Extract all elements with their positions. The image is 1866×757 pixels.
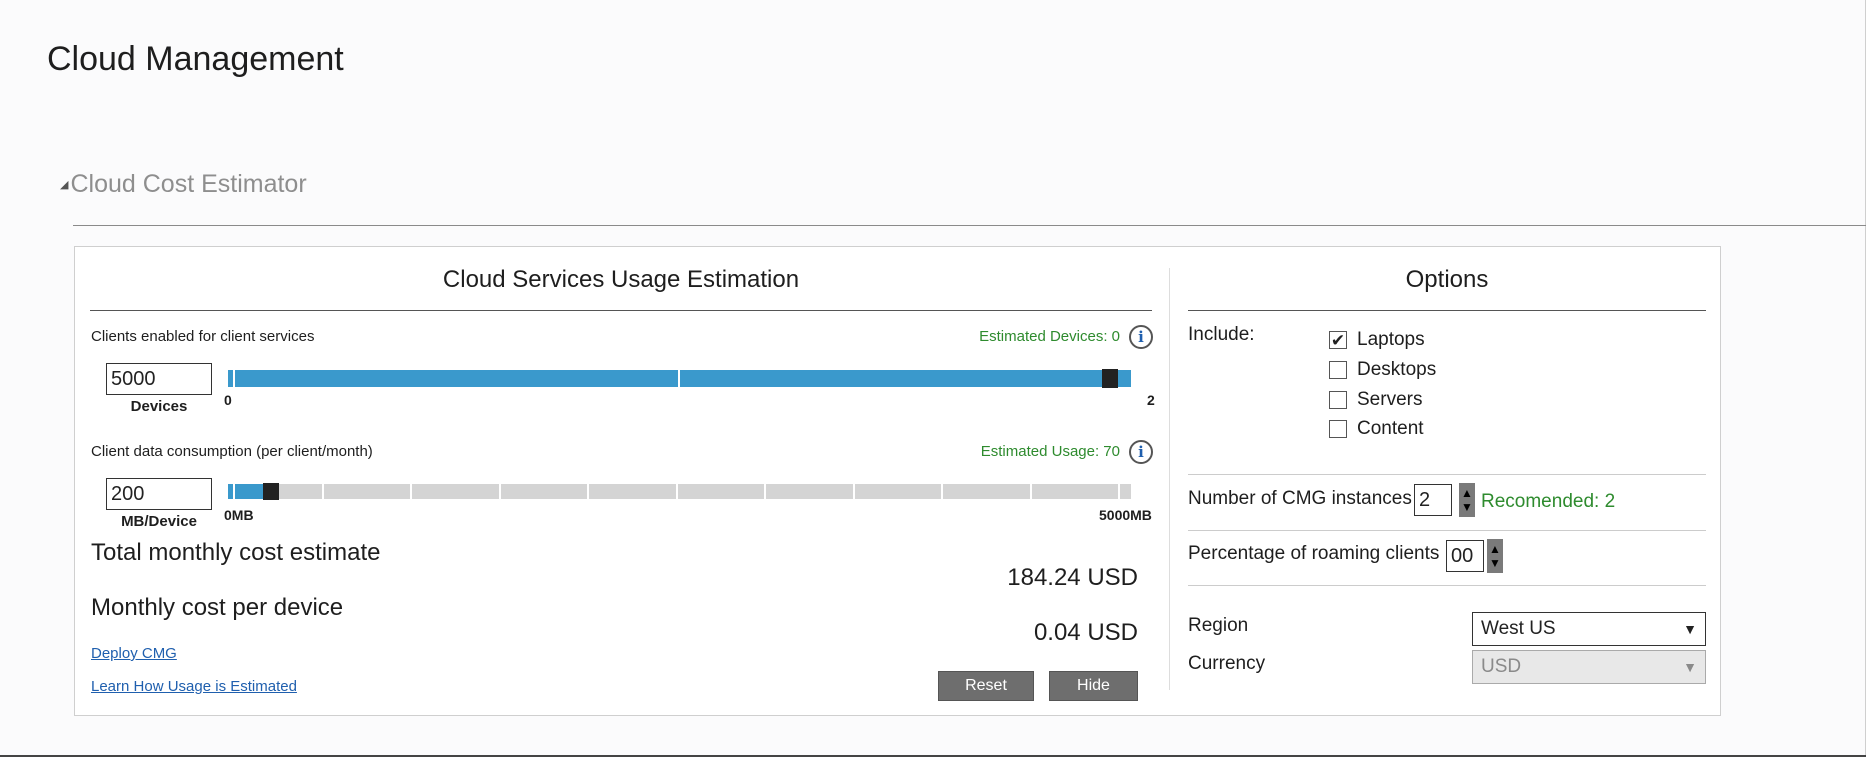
chevron-down-icon: ▼ — [1683, 621, 1697, 637]
slider-tick — [410, 484, 412, 499]
info-icon[interactable]: i — [1129, 440, 1153, 464]
checkbox-laptops[interactable]: ✔ Laptops — [1329, 329, 1425, 351]
slider-tick — [1118, 484, 1120, 499]
currency-select: USD ▼ — [1472, 650, 1706, 684]
roaming-input[interactable] — [1446, 540, 1484, 572]
usage-title: Cloud Services Usage Estimation — [442, 266, 800, 293]
checkbox-label: Laptops — [1357, 329, 1425, 350]
chevron-up-icon[interactable]: ▲ — [1461, 486, 1473, 500]
clients-slider-max: 2 — [1147, 392, 1155, 408]
include-label: Include: — [1188, 324, 1255, 345]
cmg-recommended: Recomended: 2 — [1481, 491, 1616, 512]
cmg-instances-input[interactable] — [1414, 484, 1452, 516]
collapse-triangle-icon: ◢ — [60, 179, 69, 191]
slider-tick — [675, 484, 678, 499]
data-slider-track[interactable] — [228, 484, 1131, 499]
data-consumption-label: Client data consumption (per client/mont… — [91, 443, 373, 460]
section-header[interactable]: ◢ Cloud Cost Estimator — [60, 170, 307, 199]
checkbox-box — [1329, 391, 1347, 409]
region-select[interactable]: West US ▼ — [1472, 612, 1706, 646]
slider-tick — [941, 484, 943, 499]
slider-tick — [764, 484, 766, 499]
usage-title-rule — [90, 310, 1152, 311]
slider-tick — [321, 484, 324, 499]
checkbox-box — [1329, 420, 1347, 438]
cmg-spinner[interactable]: ▲ ▼ — [1459, 483, 1475, 517]
chevron-down-icon: ▼ — [1683, 659, 1697, 675]
reset-button[interactable]: Reset — [938, 671, 1034, 701]
roaming-spinner[interactable]: ▲ ▼ — [1487, 539, 1503, 573]
cmg-instances-label: Number of CMG instances — [1188, 488, 1412, 509]
learn-usage-link[interactable]: Learn How Usage is Estimated — [91, 678, 297, 695]
estimated-usage: Estimated Usage: 70 — [980, 443, 1120, 460]
checkbox-label: Desktops — [1357, 359, 1437, 380]
currency-label: Currency — [1188, 653, 1266, 674]
column-divider — [1169, 268, 1170, 690]
chevron-down-icon[interactable]: ▼ — [1461, 500, 1473, 514]
roaming-label: Percentage of roaming clients — [1188, 543, 1440, 564]
data-slider-thumb[interactable] — [263, 483, 280, 500]
data-slider-min: 0MB — [224, 507, 254, 523]
chevron-down-icon[interactable]: ▼ — [1489, 556, 1501, 570]
slider-tick — [678, 370, 680, 387]
checkbox-desktops[interactable]: Desktops — [1329, 359, 1436, 381]
slider-tick — [233, 370, 235, 387]
clients-count-input[interactable] — [106, 363, 212, 395]
slider-tick — [852, 484, 855, 499]
section-divider — [73, 225, 1866, 226]
region-value: West US — [1481, 618, 1556, 639]
checkmark-icon: ✔ — [1329, 330, 1347, 350]
devices-unit-label: Devices — [130, 398, 188, 415]
info-icon[interactable]: i — [1129, 325, 1153, 349]
checkbox-box — [1329, 361, 1347, 379]
options-divider — [1188, 530, 1706, 531]
page-title: Cloud Management — [47, 40, 344, 78]
per-device-value: 0.04 USD — [1033, 619, 1138, 646]
slider-tick — [498, 484, 501, 499]
deploy-cmg-link[interactable]: Deploy CMG — [91, 645, 177, 662]
clients-slider-min: 0 — [224, 392, 232, 408]
slider-tick — [233, 484, 235, 499]
checkbox-label: Servers — [1357, 389, 1423, 410]
options-title: Options — [1405, 266, 1489, 293]
slider-tick — [1029, 484, 1032, 499]
options-divider — [1188, 474, 1706, 475]
checkbox-servers[interactable]: Servers — [1329, 389, 1422, 411]
total-cost-label: Total monthly cost estimate — [91, 539, 381, 566]
data-consumption-input[interactable] — [106, 478, 212, 510]
data-slider-max: 5000MB — [1099, 507, 1152, 523]
hide-button[interactable]: Hide — [1049, 671, 1138, 701]
region-label: Region — [1188, 615, 1249, 636]
section-title: Cloud Cost Estimator — [70, 170, 307, 198]
checkbox-label: Content — [1357, 418, 1424, 439]
clients-label: Clients enabled for client services — [91, 328, 315, 345]
clients-slider-thumb[interactable] — [1101, 369, 1118, 388]
options-title-rule — [1188, 310, 1706, 311]
slider-tick — [587, 484, 589, 499]
chevron-up-icon[interactable]: ▲ — [1489, 542, 1501, 556]
per-device-label: Monthly cost per device — [91, 594, 344, 621]
currency-value: USD — [1481, 656, 1522, 677]
estimated-devices: Estimated Devices: 0 — [979, 328, 1120, 345]
options-divider — [1188, 585, 1706, 586]
checkbox-content[interactable]: Content — [1329, 418, 1424, 440]
total-cost-value: 184.24 USD — [1007, 564, 1138, 591]
mb-device-unit-label: MB/Device — [121, 513, 197, 530]
